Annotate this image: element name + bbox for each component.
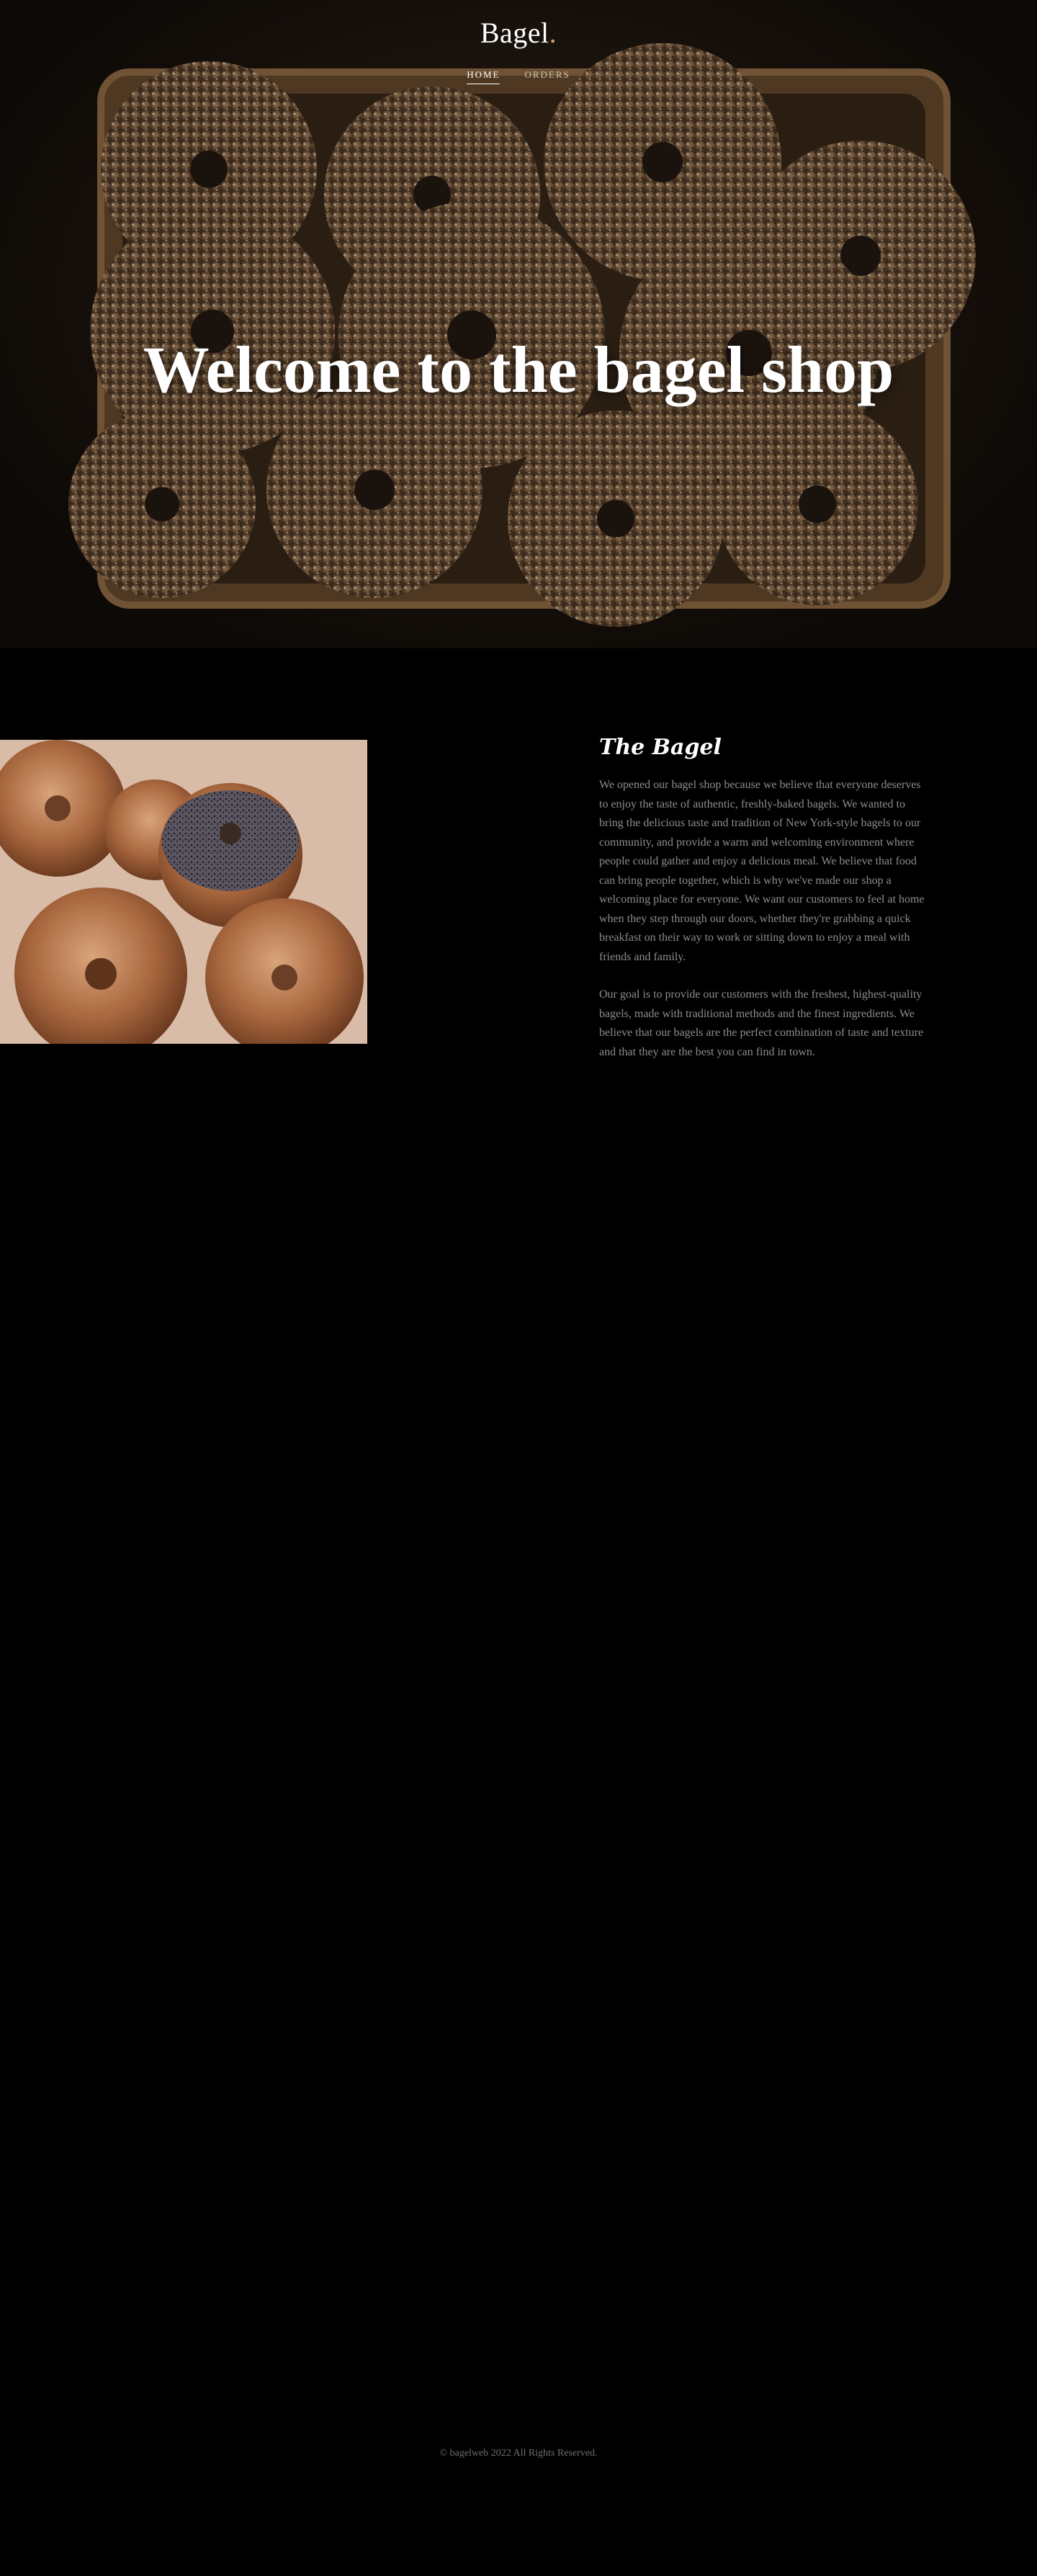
site-logo[interactable]: Bagel.	[0, 16, 1037, 50]
about-paragraph: We opened our bagel shop because we beli…	[599, 779, 925, 963]
about-section: The Bagel We opened our bagel shop becau…	[599, 735, 930, 1081]
about-paragraph: Our goal is to provide our customers wit…	[599, 988, 924, 1058]
bagels-plate-illustration	[0, 740, 367, 1044]
nav-home-link[interactable]: HOME	[467, 69, 500, 84]
hero-section: Bagel. HOME ORDERS Welcome to the bagel …	[0, 0, 1037, 648]
nav-orders-link[interactable]: ORDERS	[524, 69, 570, 84]
about-heading: The Bagel	[599, 735, 722, 760]
main-nav: HOME ORDERS	[0, 69, 1037, 84]
about-bagels-image	[0, 740, 367, 1044]
brand-dot: .	[549, 17, 557, 49]
brand-name: Bagel	[480, 17, 549, 49]
hero-overlay	[0, 0, 1037, 648]
hero-title: Welcome to the bagel shop	[143, 332, 894, 406]
footer-copyright: © bagelweb 2022 All Rights Reserved.	[439, 2448, 598, 2459]
